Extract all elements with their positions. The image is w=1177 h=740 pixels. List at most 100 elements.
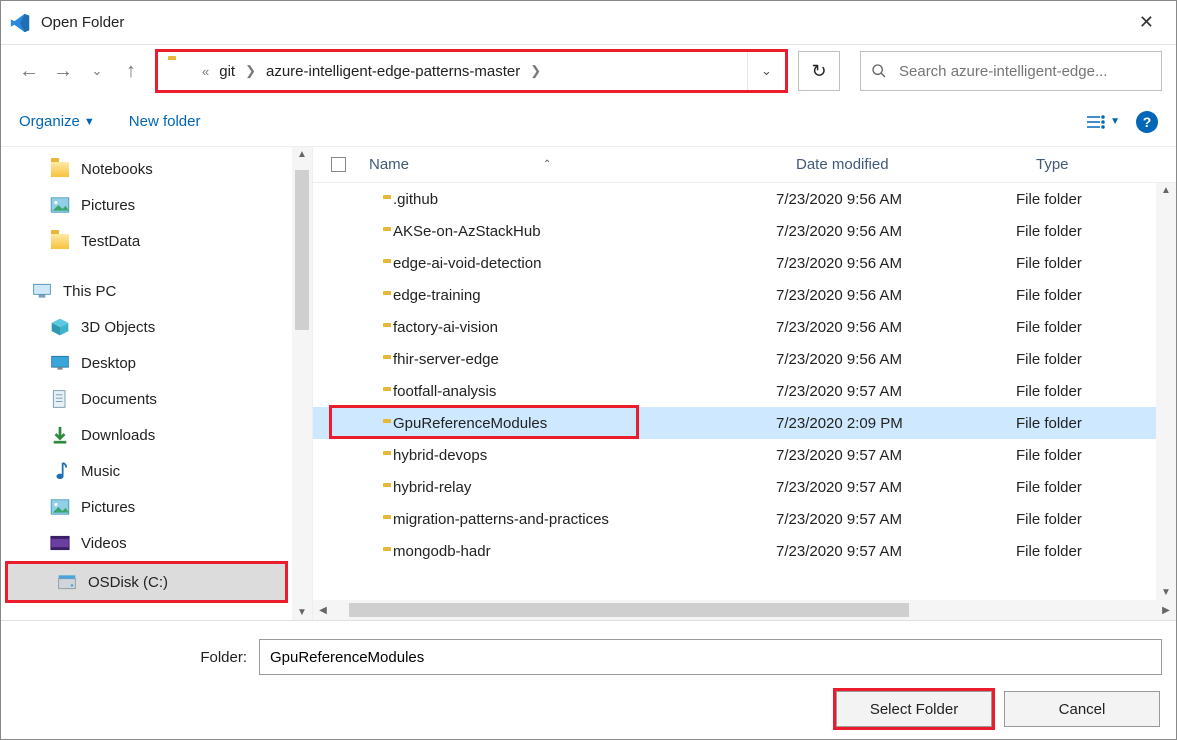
sidebar-item-thispc[interactable]: This PC (1, 273, 292, 309)
file-name: footfall-analysis (393, 383, 496, 400)
sidebar-item-label: TestData (81, 233, 140, 250)
back-button[interactable]: ← (15, 53, 43, 89)
file-row[interactable]: GpuReferenceModules 7/23/2020 2:09 PM Fi… (313, 407, 1156, 439)
close-button[interactable]: ✕ (1125, 12, 1168, 33)
file-name: edge-ai-void-detection (393, 255, 541, 272)
new-folder-button[interactable]: New folder (129, 113, 201, 130)
scroll-up-icon[interactable]: ▲ (1161, 185, 1171, 196)
sidebar-item[interactable]: Desktop (1, 345, 292, 381)
downloads-icon (49, 424, 71, 446)
scroll-right-icon[interactable]: ▶ (1156, 605, 1176, 616)
file-type: File folder (1016, 287, 1156, 304)
up-button[interactable]: ↑ (117, 53, 145, 89)
file-row[interactable]: footfall-analysis 7/23/2020 9:57 AM File… (313, 375, 1156, 407)
file-row[interactable]: hybrid-devops 7/23/2020 9:57 AM File fol… (313, 439, 1156, 471)
disk-icon (56, 571, 78, 593)
forward-button[interactable]: → (49, 53, 77, 89)
file-name: migration-patterns-and-practices (393, 511, 609, 528)
sidebar-item-label: Documents (81, 391, 157, 408)
chevron-down-icon: ▼ (1110, 116, 1120, 127)
file-row[interactable]: hybrid-relay 7/23/2020 9:57 AM File fold… (313, 471, 1156, 503)
file-name: mongodb-hadr (393, 543, 491, 560)
file-name: GpuReferenceModules (393, 415, 547, 432)
address-dropdown-icon[interactable]: ⌄ (747, 52, 785, 90)
sidebar-item-label: This PC (63, 283, 116, 300)
file-row[interactable]: AKSe-on-AzStackHub 7/23/2020 9:56 AM Fil… (313, 215, 1156, 247)
file-row[interactable]: edge-ai-void-detection 7/23/2020 9:56 AM… (313, 247, 1156, 279)
search-box[interactable] (860, 51, 1162, 91)
videos-icon (49, 532, 71, 554)
file-type: File folder (1016, 255, 1156, 272)
scroll-thumb[interactable] (295, 170, 309, 330)
sidebar-item-label: 3D Objects (81, 319, 155, 336)
file-date: 7/23/2020 9:57 AM (776, 543, 1016, 560)
file-rows: .github 7/23/2020 9:56 AM File folder AK… (313, 183, 1176, 600)
sidebar-scrollbar[interactable]: ▲ ▼ (292, 147, 312, 620)
folder-label: Folder: (191, 649, 247, 666)
sidebar-item[interactable]: TestData (1, 223, 292, 259)
folder-input[interactable] (259, 639, 1162, 675)
titlebar: Open Folder ✕ (1, 1, 1176, 45)
file-row[interactable]: mongodb-hadr 7/23/2020 9:57 AM File fold… (313, 535, 1156, 567)
picture-icon (49, 194, 71, 216)
scroll-left-icon[interactable]: ◀ (313, 605, 333, 616)
file-row[interactable]: .github 7/23/2020 9:56 AM File folder (313, 183, 1156, 215)
scroll-down-icon[interactable]: ▼ (297, 607, 307, 618)
sidebar-item[interactable]: Videos (1, 525, 292, 561)
file-type: File folder (1016, 319, 1156, 336)
body: Notebooks Pictures TestData This PC 3D O… (1, 147, 1176, 620)
help-button[interactable]: ? (1136, 111, 1158, 133)
file-name: factory-ai-vision (393, 319, 498, 336)
address-bar[interactable]: « git ❯ azure-intelligent-edge-patterns-… (157, 51, 786, 91)
file-name: hybrid-devops (393, 447, 487, 464)
desktop-icon (49, 352, 71, 374)
scroll-down-icon[interactable]: ▼ (1161, 587, 1171, 598)
column-name[interactable]: Name ⌃ (363, 156, 796, 173)
sidebar-item[interactable]: Notebooks (1, 151, 292, 187)
computer-icon (31, 280, 53, 302)
chevron-down-icon: ▼ (84, 116, 95, 128)
select-all-checkbox[interactable] (313, 157, 363, 172)
column-type[interactable]: Type (1036, 156, 1176, 173)
open-folder-dialog: Open Folder ✕ ← → ⌄ ↑ « git ❯ azure-inte… (0, 0, 1177, 740)
sidebar-item-label: Pictures (81, 197, 135, 214)
sidebar-item-label: Desktop (81, 355, 136, 372)
sidebar-item[interactable]: Documents (1, 381, 292, 417)
file-row[interactable]: migration-patterns-and-practices 7/23/20… (313, 503, 1156, 535)
nav-row: ← → ⌄ ↑ « git ❯ azure-intelligent-edge-p… (1, 45, 1176, 97)
cancel-button[interactable]: Cancel (1004, 691, 1160, 727)
sidebar-item-label: Videos (81, 535, 127, 552)
column-date[interactable]: Date modified (796, 156, 1036, 173)
breadcrumb-git[interactable]: git (219, 63, 235, 80)
sidebar-item[interactable]: OSDisk (C:) (8, 564, 285, 600)
chevron-right-icon[interactable]: ❯ (530, 63, 541, 79)
file-date: 7/23/2020 9:56 AM (776, 287, 1016, 304)
folder-icon (168, 60, 190, 82)
refresh-button[interactable]: ↻ (798, 51, 840, 91)
sidebar-item-label: Pictures (81, 499, 135, 516)
view-mode-button[interactable]: ▼ (1086, 115, 1120, 129)
scroll-up-icon[interactable]: ▲ (297, 149, 307, 160)
sidebar-item[interactable]: Downloads (1, 417, 292, 453)
file-scrollbar-horizontal[interactable]: ◀ ▶ (313, 600, 1176, 620)
sidebar-item[interactable]: Pictures (1, 489, 292, 525)
cube-icon (49, 316, 71, 338)
file-row[interactable]: factory-ai-vision 7/23/2020 9:56 AM File… (313, 311, 1156, 343)
chevron-right-icon[interactable]: ❯ (245, 63, 256, 79)
scroll-thumb[interactable] (349, 603, 909, 617)
sidebar-item[interactable]: 3D Objects (1, 309, 292, 345)
sidebar: Notebooks Pictures TestData This PC 3D O… (1, 147, 313, 620)
select-folder-button[interactable]: Select Folder (836, 691, 992, 727)
search-input[interactable] (897, 62, 1151, 81)
file-row[interactable]: edge-training 7/23/2020 9:56 AM File fol… (313, 279, 1156, 311)
sidebar-item[interactable]: Music (1, 453, 292, 489)
breadcrumb-repo[interactable]: azure-intelligent-edge-patterns-master (266, 63, 520, 80)
recent-dropdown-icon[interactable]: ⌄ (83, 53, 111, 89)
sidebar-item[interactable]: Pictures (1, 187, 292, 223)
file-date: 7/23/2020 9:57 AM (776, 479, 1016, 496)
file-list: Name ⌃ Date modified Type .github 7/23/2… (313, 147, 1176, 620)
file-name: fhir-server-edge (393, 351, 499, 368)
organize-menu[interactable]: Organize ▼ (19, 113, 95, 130)
file-row[interactable]: fhir-server-edge 7/23/2020 9:56 AM File … (313, 343, 1156, 375)
file-scrollbar-vertical[interactable]: ▲ ▼ (1156, 183, 1176, 600)
